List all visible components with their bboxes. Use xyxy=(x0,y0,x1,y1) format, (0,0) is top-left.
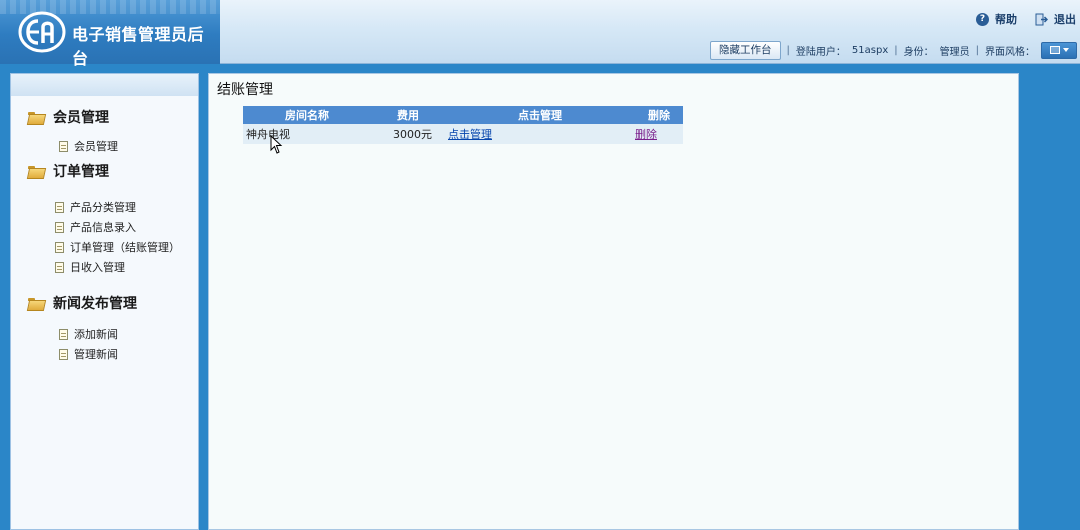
hide-workspace-button[interactable]: 隐藏工作台 xyxy=(710,40,781,60)
manage-cell: 点击管理 xyxy=(445,124,635,144)
help-link[interactable]: 帮助 xyxy=(995,11,1017,27)
user-name: 51aspx xyxy=(851,44,889,56)
top-header: 电子销售管理员后台 ? 帮助 退出 隐藏工作台 | 登陆用户： 51aspx |… xyxy=(0,0,1080,68)
help-icon[interactable]: ? xyxy=(976,12,989,26)
page-title: 结账管理 xyxy=(217,82,273,98)
sidebar-item-label: 管理新闻 xyxy=(74,348,118,361)
folder-icon xyxy=(28,297,43,309)
checkout-table: 房间名称 费用 点击管理 删除 神舟电视 3000元 点击管理 删除 xyxy=(243,106,683,144)
ea-logo-icon xyxy=(18,11,66,53)
theme-label: 界面风格： xyxy=(985,46,1035,58)
app-title: 电子销售管理员后台 xyxy=(72,25,205,68)
separator: | xyxy=(975,44,979,56)
group-header[interactable]: 新闻发布管理 xyxy=(28,293,137,313)
role-value: 管理员 xyxy=(939,46,970,58)
document-icon xyxy=(55,261,64,273)
window-icon xyxy=(1049,46,1060,54)
folder-icon xyxy=(28,111,43,123)
sidebar-item-product-entry[interactable]: 产品信息录入 xyxy=(28,217,180,237)
sidebar-cap xyxy=(11,74,198,96)
top-links: ? 帮助 退出 xyxy=(976,11,1076,27)
menu-group-news: 新闻发布管理 添加新闻 管理新闻 xyxy=(28,293,137,364)
main-panel: 结账管理 房间名称 费用 点击管理 删除 神舟电视 3000元 点击管理 删除 xyxy=(208,73,1019,530)
manage-link[interactable]: 点击管理 xyxy=(448,128,492,141)
group-title: 新闻发布管理 xyxy=(53,296,137,312)
document-icon xyxy=(55,241,64,253)
delete-cell: 删除 xyxy=(635,124,683,144)
document-icon xyxy=(59,328,68,340)
logo-block: 电子销售管理员后台 xyxy=(0,0,220,68)
document-icon xyxy=(55,201,64,213)
separator: | xyxy=(786,44,790,56)
room-name-cell: 神舟电视 xyxy=(243,124,371,144)
document-icon xyxy=(59,348,68,360)
group-title: 订单管理 xyxy=(53,164,109,180)
sidebar-item-label: 添加新闻 xyxy=(74,328,118,341)
sidebar-item-manage-news[interactable]: 管理新闻 xyxy=(28,344,137,364)
group-title: 会员管理 xyxy=(53,110,109,126)
sidebar-item-add-news[interactable]: 添加新闻 xyxy=(28,324,137,344)
sidebar-item-member-manage[interactable]: 会员管理 xyxy=(28,136,118,156)
column-header: 删除 xyxy=(635,106,683,124)
mouse-cursor-icon xyxy=(270,135,283,154)
table-header-row: 房间名称 费用 点击管理 删除 xyxy=(243,106,683,124)
cost-cell: 3000元 xyxy=(371,124,445,144)
separator: | xyxy=(894,44,898,56)
table-row: 神舟电视 3000元 点击管理 删除 xyxy=(243,124,683,144)
document-icon xyxy=(59,140,68,152)
status-bar: 隐藏工作台 | 登陆用户： 51aspx | 身份： 管理员 | 界面风格： xyxy=(710,40,1077,60)
sidebar-item-product-category[interactable]: 产品分类管理 xyxy=(28,197,180,217)
sidebar: 会员管理 会员管理 订单管理 产品分类管理 产品信息录入 订单管理（结账管理） … xyxy=(10,73,199,530)
sidebar-item-label: 会员管理 xyxy=(74,140,118,153)
folder-icon xyxy=(28,165,43,177)
sidebar-item-label: 订单管理（结账管理） xyxy=(70,241,180,254)
chevron-down-icon xyxy=(1062,48,1069,52)
column-header: 点击管理 xyxy=(445,106,635,124)
user-label: 登陆用户： xyxy=(795,46,846,58)
sidebar-item-daily-income[interactable]: 日收入管理 xyxy=(28,257,180,277)
sidebar-item-label: 日收入管理 xyxy=(70,261,125,274)
document-icon xyxy=(55,221,64,233)
logout-icon[interactable] xyxy=(1035,13,1048,26)
delete-link[interactable]: 删除 xyxy=(635,128,657,141)
group-header[interactable]: 会员管理 xyxy=(28,107,118,127)
menu-group-orders: 订单管理 产品分类管理 产品信息录入 订单管理（结账管理） 日收入管理 xyxy=(28,161,180,277)
menu-group-members: 会员管理 会员管理 xyxy=(28,107,118,156)
theme-dropdown[interactable] xyxy=(1041,41,1077,59)
logout-link[interactable]: 退出 xyxy=(1054,11,1076,27)
sidebar-item-label: 产品信息录入 xyxy=(70,221,136,234)
column-header: 房间名称 xyxy=(243,106,371,124)
column-header: 费用 xyxy=(371,106,445,124)
sidebar-item-order-manage[interactable]: 订单管理（结账管理） xyxy=(28,237,180,257)
role-label: 身份： xyxy=(903,46,934,58)
group-header[interactable]: 订单管理 xyxy=(28,161,180,181)
sidebar-item-label: 产品分类管理 xyxy=(70,201,136,214)
